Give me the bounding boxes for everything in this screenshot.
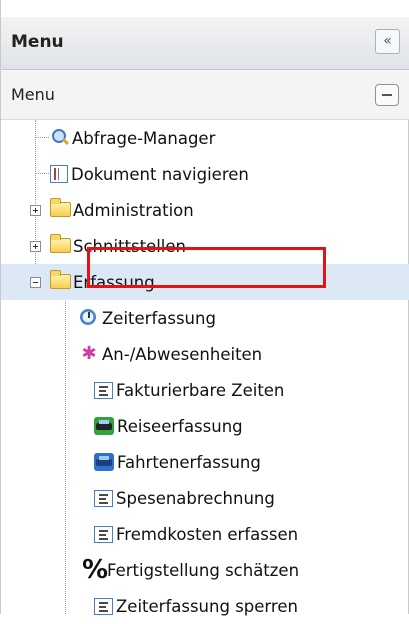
list-icon [94, 597, 113, 615]
folder-open-icon [50, 270, 71, 292]
double-chevron-left-icon: « [383, 33, 392, 49]
percent-icon: % [82, 555, 109, 585]
tree-item-dokument-navigieren[interactable]: Dokument navigieren [1, 156, 409, 192]
tree-item-zeiterfassung-sperren[interactable]: Zeiterfassung sperren [1, 588, 409, 624]
tree-item-an-abwesenheiten[interactable]: ✱ An-/Abwesenheiten [1, 336, 409, 372]
menu-panel: Menu « Menu Abfrage-Manager Dokument nav… [0, 0, 409, 616]
tree-item-label: Abfrage-Manager [72, 128, 216, 148]
collapse-panel-button[interactable]: « [375, 29, 400, 54]
top-strip [1, 0, 409, 17]
expand-icon[interactable] [30, 205, 41, 216]
tree-item-reiseerfassung[interactable]: Reiseerfassung [1, 408, 409, 444]
tree-item-label: Fertigstellung schätzen [107, 560, 300, 580]
tree-item-label: Spesenabrechnung [116, 488, 275, 508]
tree-item-label: Dokument navigieren [71, 164, 249, 184]
list-icon [94, 489, 113, 507]
tree-item-zeiterfassung[interactable]: Zeiterfassung [1, 300, 409, 336]
tree-item-fertigstellung-schaetzen[interactable]: % Fertigstellung schätzen [1, 552, 409, 588]
tree-item-fahrtenerfassung[interactable]: Fahrtenerfassung [1, 444, 409, 480]
collapse-section-button[interactable] [375, 84, 399, 106]
list-icon [94, 525, 113, 543]
folder-icon [50, 198, 71, 220]
tree-item-label: Fremdkosten erfassen [116, 524, 299, 544]
menu-header-title: Menu [11, 32, 64, 52]
tree-item-fremdkosten-erfassen[interactable]: Fremdkosten erfassen [1, 516, 409, 552]
tree-item-fakturierbare-zeiten[interactable]: Fakturierbare Zeiten [1, 372, 409, 408]
menu-tree: Abfrage-Manager Dokument navigieren Admi… [1, 120, 409, 616]
tree-item-label: Reiseerfassung [117, 416, 243, 436]
menu-header: Menu « [1, 17, 409, 70]
tree-item-label: Fakturierbare Zeiten [116, 380, 285, 400]
search-icon [49, 128, 69, 148]
expand-icon[interactable] [30, 241, 41, 252]
folder-icon [50, 234, 71, 256]
tree-item-erfassung[interactable]: Erfassung [1, 264, 409, 300]
car-icon [94, 453, 114, 471]
collapse-icon[interactable] [30, 277, 41, 288]
menu-subheader-title: Menu [11, 85, 55, 104]
menu-subheader[interactable]: Menu [1, 70, 409, 120]
document-icon [50, 165, 68, 183]
tree-item-administration[interactable]: Administration [1, 192, 409, 228]
tree-item-label: Schnittstellen [73, 236, 186, 256]
car-icon [94, 417, 114, 435]
tree-item-abfrage-manager[interactable]: Abfrage-Manager [1, 120, 409, 156]
list-icon [94, 381, 113, 399]
clock-icon [79, 308, 99, 328]
tree-item-label: An-/Abwesenheiten [102, 344, 263, 364]
tree-item-label: Zeiterfassung [102, 308, 216, 328]
tree-item-label: Erfassung [73, 272, 155, 292]
star-icon: ✱ [81, 343, 97, 364]
tree-item-label: Administration [73, 200, 194, 220]
tree-item-label: Zeiterfassung sperren [116, 596, 298, 616]
tree-item-schnittstellen[interactable]: Schnittstellen [1, 228, 409, 264]
tree-item-spesenabrechnung[interactable]: Spesenabrechnung [1, 480, 409, 516]
tree-item-label: Fahrtenerfassung [117, 452, 261, 472]
